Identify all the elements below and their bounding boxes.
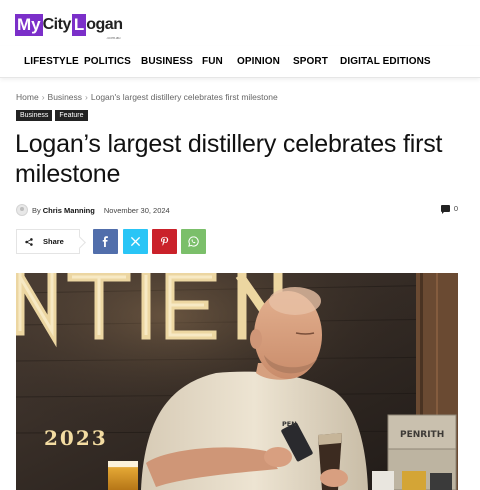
logo-ogan: ogan [86,16,123,33]
logo-city: City [42,16,72,33]
publish-date: November 30, 2024 [103,205,170,215]
crate-label: PENRITH [400,430,444,440]
facebook-share-button[interactable] [93,229,118,254]
article-meta: By Chris Manning November 30, 2024 [16,203,170,217]
year-neon-text: 2023 [44,426,108,450]
author-name[interactable]: Chris Manning [43,206,95,215]
tag-feature[interactable]: Feature [55,110,88,121]
nav-item-sport[interactable]: SPORT [293,56,328,67]
site-logo[interactable]: My City Logan .com.au [15,13,123,40]
x-icon [130,236,141,247]
article-title: Logan’s largest distillery celebrates fi… [15,130,443,188]
share-icon [25,237,33,246]
logo-tagline: .com.au [106,35,121,40]
author-avatar[interactable] [16,204,28,216]
tag-business[interactable]: Business [16,110,53,121]
breadcrumb-current: Logan's largest distillery celebrates fi… [90,92,278,102]
by-label: By [32,205,41,215]
comment-count: 0 [453,204,458,213]
main-nav: LIFESTYLE POLITICS BUSINESS FUN OPINION … [0,46,480,78]
nav-item-lifestyle[interactable]: LIFESTYLE [24,56,79,67]
breadcrumb-section[interactable]: Business [48,92,83,102]
hero-image: 2023 PENRITH PEN [16,273,458,490]
comments-link[interactable]: 0 [440,204,458,214]
nav-item-politics[interactable]: POLITICS [84,56,131,67]
breadcrumb-home[interactable]: Home [16,92,39,102]
logo-l: L [71,14,87,36]
share-label: Share [43,237,64,246]
x-share-button[interactable] [123,229,148,254]
category-tags: Business Feature [16,110,88,121]
share-button[interactable]: Share [16,229,80,254]
whatsapp-share-button[interactable] [181,229,206,254]
pinterest-share-button[interactable] [152,229,177,254]
nav-item-business[interactable]: BUSINESS [141,56,193,67]
distillery-photo: 2023 PENRITH PEN [16,273,458,490]
logo-my: My [15,14,43,36]
breadcrumb: Home › Business › Logan's largest distillery… [16,92,278,102]
breadcrumb-separator: › [85,92,88,102]
nav-item-digital-editions[interactable]: DIGITAL EDITIONS [340,56,431,67]
shirt-text: PEN [282,420,297,428]
whatsapp-icon [188,236,199,247]
breadcrumb-separator: › [41,92,45,102]
comment-icon [440,205,450,214]
nav-item-fun[interactable]: FUN [202,56,223,67]
facebook-icon [102,236,108,247]
pinterest-icon [161,236,169,246]
nav-item-opinion[interactable]: OPINION [237,56,280,67]
